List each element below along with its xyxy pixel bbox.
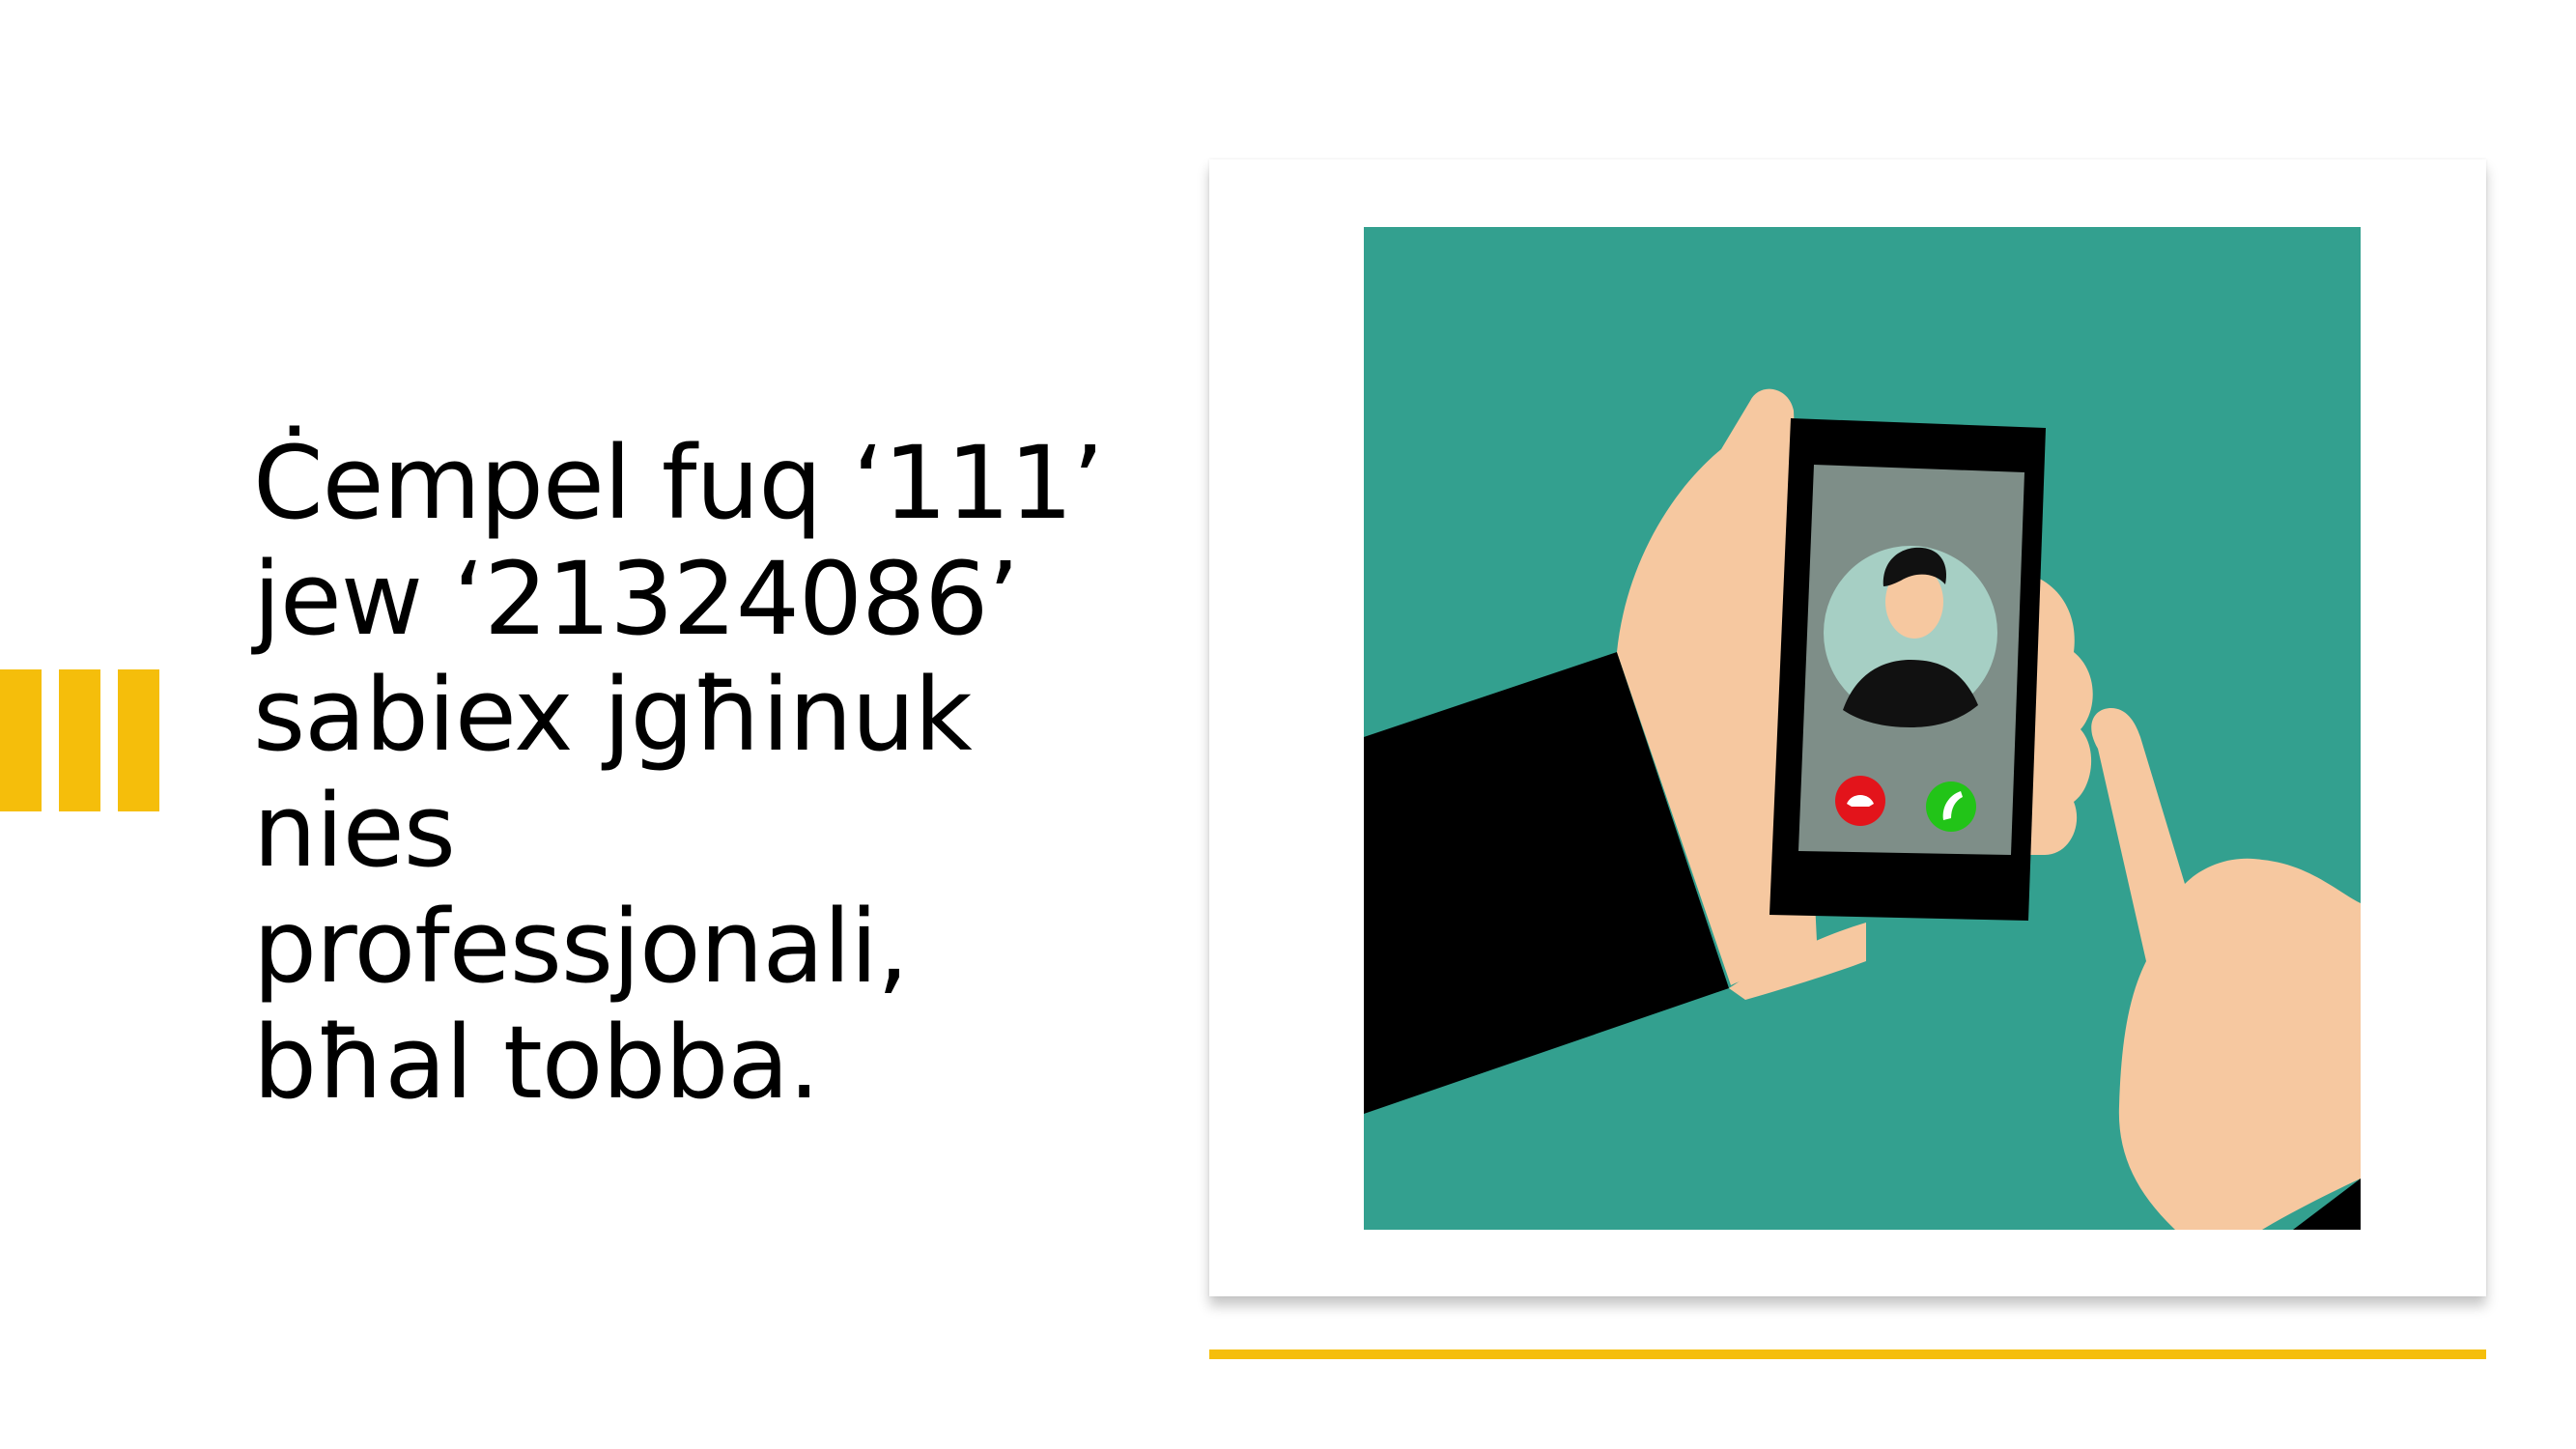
accent-bars — [0, 669, 159, 811]
picture-card — [1209, 159, 2486, 1296]
slide: Ċempel fuq ‘111’ jew ‘21324086’ sabiex j… — [0, 0, 2576, 1449]
body-text: Ċempel fuq ‘111’ jew ‘21324086’ sabiex j… — [253, 424, 1104, 1122]
accent-bar — [0, 669, 42, 811]
phone-call-illustration — [1364, 227, 2361, 1230]
accent-underline — [1209, 1350, 2486, 1359]
accent-bar — [118, 669, 159, 811]
accent-bar — [59, 669, 100, 811]
